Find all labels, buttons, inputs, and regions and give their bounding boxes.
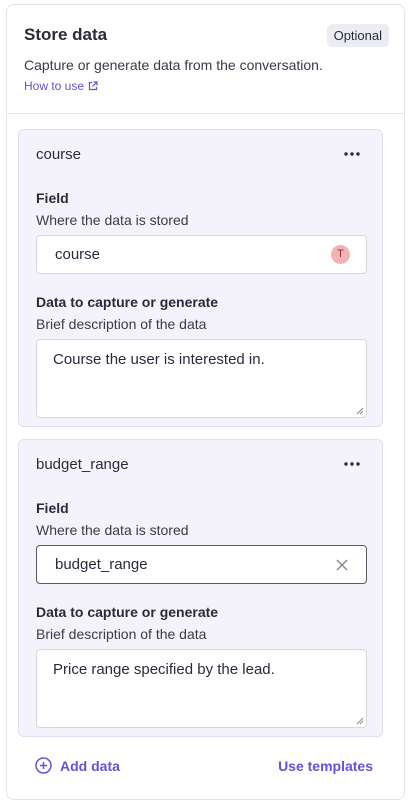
data-card-course: course Field Where the data is stored co… <box>18 129 383 427</box>
field-label: Field <box>36 190 69 206</box>
description-hint: Brief description of the data <box>36 626 207 642</box>
add-data-label: Add data <box>60 757 120 774</box>
how-to-use-label: How to use <box>24 79 85 93</box>
description-value: Course the user is interested in. <box>53 351 265 368</box>
panel-title: Store data <box>24 25 108 44</box>
description-label: Data to capture or generate <box>36 294 219 310</box>
description-hint: Brief description of the data <box>36 316 207 332</box>
optional-badge: Optional <box>326 24 389 47</box>
add-circle-icon <box>35 757 52 774</box>
resize-handle-icon[interactable] <box>356 717 364 725</box>
clear-icon[interactable] <box>335 558 349 572</box>
field-input[interactable]: course T <box>36 235 367 274</box>
panel-header: Store data Optional Capture or generate … <box>7 5 404 114</box>
use-templates-button[interactable]: Use templates <box>278 758 373 774</box>
description-textarea[interactable]: Course the user is interested in. <box>36 339 367 418</box>
card-name: budget_range <box>36 456 129 473</box>
external-link-icon <box>88 81 98 91</box>
field-hint: Where the data is stored <box>36 212 189 228</box>
description-value: Price range specified by the lead. <box>53 661 275 678</box>
field-input[interactable]: budget_range <box>36 545 367 584</box>
data-card-budget-range: budget_range Field Where the data is sto… <box>18 439 383 737</box>
more-options-icon[interactable] <box>342 146 362 162</box>
avatar: T <box>331 245 350 264</box>
card-name: course <box>36 146 82 163</box>
resize-handle-icon[interactable] <box>356 407 364 415</box>
field-label: Field <box>36 500 69 516</box>
description-label: Data to capture or generate <box>36 604 219 620</box>
field-value: course <box>55 246 101 263</box>
description-textarea[interactable]: Price range specified by the lead. <box>36 649 367 728</box>
field-value: budget_range <box>55 556 148 573</box>
add-data-button[interactable]: Add data <box>35 757 120 774</box>
panel-subtitle: Capture or generate data from the conver… <box>24 57 323 73</box>
field-hint: Where the data is stored <box>36 522 189 538</box>
more-options-icon[interactable] <box>342 456 362 472</box>
how-to-use-link[interactable]: How to use <box>24 79 98 93</box>
